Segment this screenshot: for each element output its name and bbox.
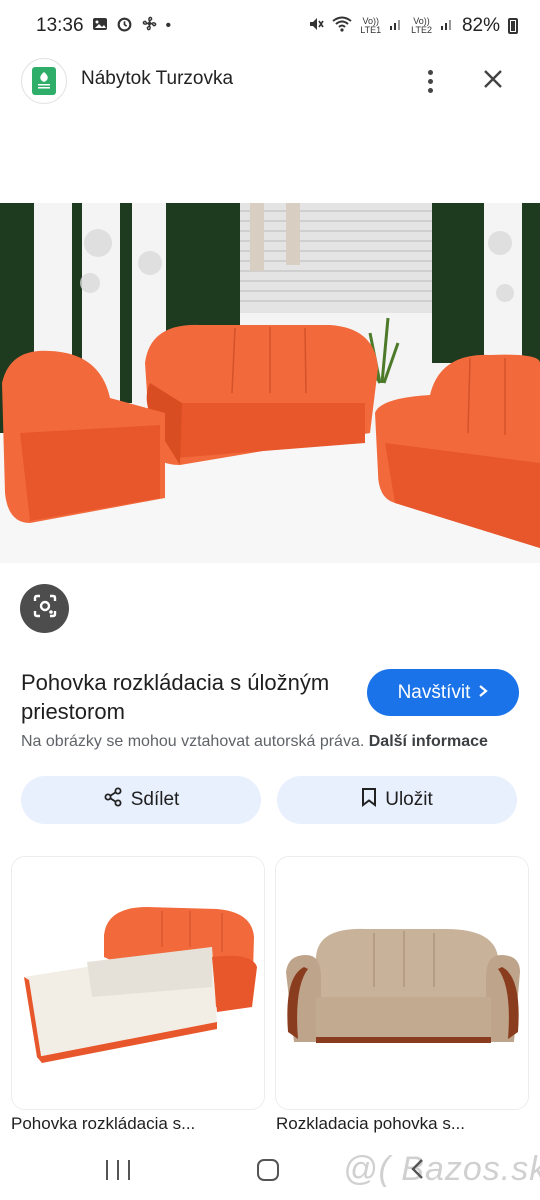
recent-apps-button[interactable] [106,1160,130,1180]
chevron-right-icon [478,682,489,704]
bookmark-icon [361,787,377,813]
lte2-indicator: Vo)) LTE2 [411,16,432,35]
image-title: Pohovka rozkládacia s úložným priestorom [21,670,330,724]
copyright-notice: Na obrázky se mohou vztahovat autorská p… [21,733,488,751]
dot-icon: • [165,17,172,34]
related-image-card[interactable] [275,856,529,1110]
logo-mark [32,67,56,95]
share-button[interactable]: Sdílet [21,776,261,824]
lte1-indicator: Vo)) LTE1 [360,16,382,35]
sofa-set-illustration [0,203,540,563]
signal-icon-1 [389,17,403,36]
wifi-icon [332,16,352,37]
copyright-text: Na obrázky se mohou vztahovat autorská p… [21,733,365,750]
visit-label: Navštívit [397,681,471,703]
related-card-label[interactable]: Pohovka rozkládacia s... [11,1114,195,1134]
main-image[interactable] [0,203,540,563]
mute-icon [308,16,324,37]
sofa-bed-thumbnail [12,857,264,1109]
status-right: Vo)) LTE1 Vo)) LTE2 82% [308,15,518,37]
more-info-link[interactable]: Další informace [369,733,488,750]
related-image-card[interactable] [11,856,265,1110]
site-name[interactable]: Nábytok Turzovka [81,68,233,90]
image-icon [92,16,108,37]
back-icon[interactable] [410,1156,424,1187]
close-icon[interactable] [478,64,508,98]
status-time: 13:36 [36,15,84,36]
share-label: Sdílet [130,789,180,810]
beige-sofa-thumbnail [276,857,528,1109]
lens-icon [32,593,58,624]
status-left: 13:36 • [36,15,171,37]
site-logo[interactable] [21,58,67,104]
home-button[interactable] [257,1159,279,1181]
system-nav-bar: @( Bazos.sk [0,1140,540,1200]
watermark: @( Bazos.sk [343,1150,540,1188]
battery-percent: 82% [461,15,500,36]
save-button[interactable]: Uložit [277,776,517,824]
more-options-icon[interactable] [416,64,444,98]
alarm-icon [116,15,133,37]
lens-search-button[interactable] [20,584,69,633]
save-label: Uložit [385,789,433,810]
signal-icon-2 [440,17,454,36]
share-icon [103,787,123,813]
status-bar: 13:36 • Vo)) LTE1 Vo)) LTE2 82% [0,0,540,52]
visit-button[interactable]: Navštívit [367,669,519,716]
battery-icon [508,18,518,34]
result-header: Nábytok Turzovka [0,52,540,110]
related-card-label[interactable]: Rozkladacia pohovka s... [276,1114,465,1134]
fan-icon [141,15,158,37]
